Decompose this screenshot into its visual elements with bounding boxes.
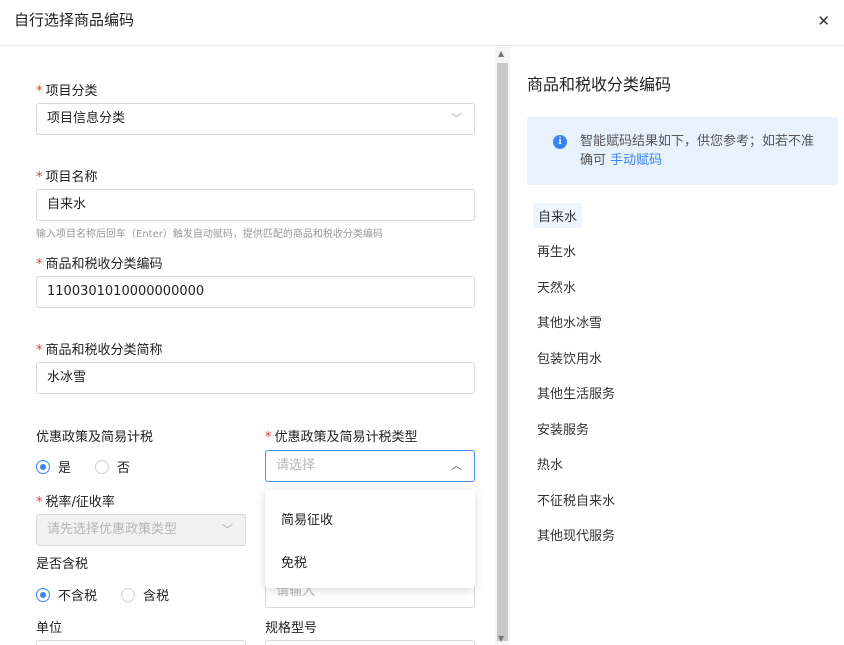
tax-short-name-input[interactable]: 水冰雪 bbox=[36, 362, 475, 394]
info-text: 智能赋码结果如下，供您参考；如若不准确可 手动赋码 bbox=[580, 134, 815, 168]
info-banner: i 智能赋码结果如下，供您参考；如若不准确可 手动赋码 bbox=[527, 117, 838, 185]
unit-label: 单位 bbox=[36, 621, 63, 636]
dropdown-option-tax-exempt[interactable]: 免税 bbox=[281, 552, 307, 571]
panel-title: 商品和税收分类编码 bbox=[527, 75, 672, 94]
close-icon[interactable]: ✕ bbox=[817, 12, 830, 30]
radio-unchecked-icon bbox=[95, 459, 110, 474]
tax-included-label: 是否含税 bbox=[36, 557, 89, 572]
form-scrollbar[interactable]: ▲ ▼ bbox=[495, 47, 510, 645]
tax-included-radio-group: 不含税 含税 bbox=[36, 585, 193, 604]
code-item[interactable]: 再生水 bbox=[537, 241, 576, 260]
chevron-down-icon: ﹀ bbox=[222, 523, 233, 536]
tax-code-panel: 商品和税收分类编码 i 智能赋码结果如下，供您参考；如若不准确可 手动赋码 自来… bbox=[511, 47, 844, 645]
tax-rate-select[interactable]: 请先选择优惠政策类型 ﹀ bbox=[36, 514, 246, 546]
item-name-input[interactable]: 自来水 bbox=[36, 189, 475, 221]
scroll-down-icon[interactable]: ▼ bbox=[498, 634, 504, 643]
code-item[interactable]: 不征税自来水 bbox=[537, 490, 615, 509]
preferential-type-dropdown: 简易征收 免税 bbox=[265, 490, 475, 588]
tax-rate-label: * 税率/征收率 bbox=[36, 495, 115, 510]
chevron-down-icon: ﹀ bbox=[451, 112, 462, 125]
code-item[interactable]: 安装服务 bbox=[537, 419, 589, 438]
tax-excluded-radio[interactable]: 不含税 bbox=[36, 585, 97, 604]
code-item[interactable]: 其他生活服务 bbox=[537, 383, 615, 402]
code-item[interactable]: 其他现代服务 bbox=[537, 525, 615, 544]
code-item[interactable]: 热水 bbox=[537, 454, 563, 473]
spec-label: 规格型号 bbox=[265, 621, 318, 636]
code-item[interactable]: 包装饮用水 bbox=[537, 348, 602, 367]
preferential-type-select[interactable]: 请选择 ︿ bbox=[265, 450, 475, 482]
radio-checked-icon bbox=[36, 459, 50, 474]
dropdown-option-simple-levy[interactable]: 简易征收 bbox=[281, 509, 333, 528]
dialog-title: 自行选择商品编码 bbox=[14, 11, 135, 29]
scroll-up-icon[interactable]: ▲ bbox=[498, 49, 504, 58]
info-icon: i bbox=[553, 135, 567, 149]
code-item[interactable]: 其他水冰雪 bbox=[537, 312, 602, 331]
chevron-up-icon: ︿ bbox=[451, 459, 462, 472]
preferential-radio-group: 是 否 bbox=[36, 457, 154, 476]
spec-input[interactable] bbox=[265, 640, 475, 645]
code-item[interactable]: 天然水 bbox=[537, 277, 576, 296]
scrollbar-thumb[interactable] bbox=[497, 63, 508, 641]
preferential-yes-radio[interactable]: 是 bbox=[36, 457, 71, 476]
tax-code-label: * 商品和税收分类编码 bbox=[36, 257, 163, 272]
item-name-hint: 输入项目名称后回车（Enter）触发自动赋码，提供匹配的商品和税收分类编码 bbox=[36, 229, 383, 240]
category-select[interactable]: 项目信息分类 ﹀ bbox=[36, 103, 475, 135]
preferential-label: 优惠政策及简易计税 bbox=[36, 430, 154, 445]
radio-checked-icon bbox=[36, 587, 50, 602]
unit-input[interactable] bbox=[36, 640, 246, 645]
radio-unchecked-icon bbox=[121, 587, 136, 602]
tax-included-radio[interactable]: 含税 bbox=[121, 585, 169, 604]
tax-code-input[interactable]: 1100301010000000000 bbox=[36, 276, 475, 308]
dialog-header: 自行选择商品编码 ✕ bbox=[0, 0, 844, 46]
code-item-tap-water[interactable]: 自来水 bbox=[533, 203, 583, 228]
category-label: * 项目分类 bbox=[36, 84, 98, 99]
item-name-label: * 项目名称 bbox=[36, 170, 98, 185]
tax-short-name-label: * 商品和税收分类简称 bbox=[36, 343, 163, 358]
manual-code-link[interactable]: 手动赋码 bbox=[610, 153, 662, 168]
preferential-type-label: * 优惠政策及简易计税类型 bbox=[265, 430, 418, 445]
preferential-no-radio[interactable]: 否 bbox=[95, 457, 130, 476]
